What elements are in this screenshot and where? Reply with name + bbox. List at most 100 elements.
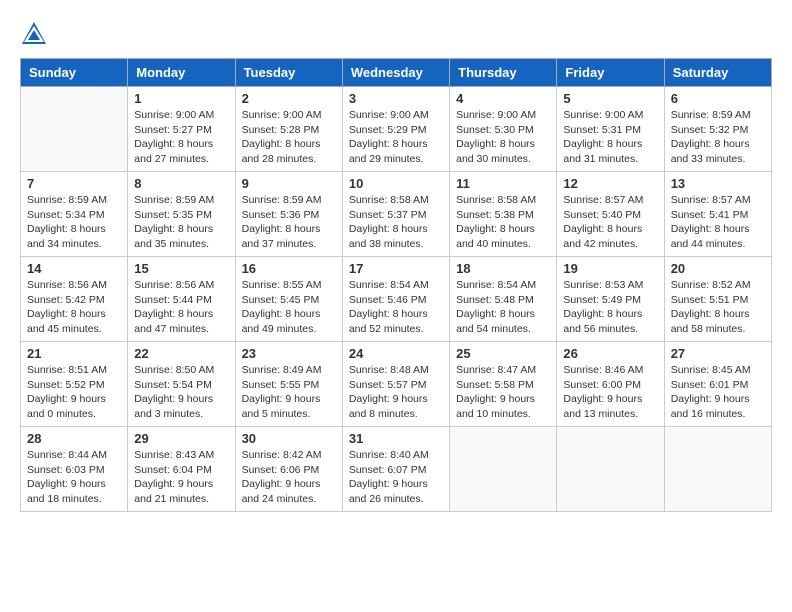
day-info: Sunrise: 8:52 AM Sunset: 5:51 PM Dayligh… bbox=[671, 278, 765, 337]
day-info: Sunrise: 8:59 AM Sunset: 5:34 PM Dayligh… bbox=[27, 193, 121, 252]
calendar-day-cell: 13 Sunrise: 8:57 AM Sunset: 5:41 PM Dayli… bbox=[664, 172, 771, 257]
day-info: Sunrise: 8:58 AM Sunset: 5:37 PM Dayligh… bbox=[349, 193, 443, 252]
calendar-day-cell: 27 Sunrise: 8:45 AM Sunset: 6:01 PM Dayli… bbox=[664, 342, 771, 427]
day-number: 17 bbox=[349, 261, 443, 276]
day-number: 15 bbox=[134, 261, 228, 276]
day-number: 28 bbox=[27, 431, 121, 446]
day-info: Sunrise: 9:00 AM Sunset: 5:29 PM Dayligh… bbox=[349, 108, 443, 167]
day-number: 23 bbox=[242, 346, 336, 361]
day-info: Sunrise: 8:59 AM Sunset: 5:35 PM Dayligh… bbox=[134, 193, 228, 252]
day-info: Sunrise: 8:49 AM Sunset: 5:55 PM Dayligh… bbox=[242, 363, 336, 422]
day-info: Sunrise: 8:59 AM Sunset: 5:36 PM Dayligh… bbox=[242, 193, 336, 252]
day-info: Sunrise: 8:53 AM Sunset: 5:49 PM Dayligh… bbox=[563, 278, 657, 337]
day-info: Sunrise: 9:00 AM Sunset: 5:28 PM Dayligh… bbox=[242, 108, 336, 167]
calendar-day-cell: 7 Sunrise: 8:59 AM Sunset: 5:34 PM Daylig… bbox=[21, 172, 128, 257]
day-info: Sunrise: 8:59 AM Sunset: 5:32 PM Dayligh… bbox=[671, 108, 765, 167]
day-number: 30 bbox=[242, 431, 336, 446]
calendar-day-cell: 19 Sunrise: 8:53 AM Sunset: 5:49 PM Dayli… bbox=[557, 257, 664, 342]
day-info: Sunrise: 8:50 AM Sunset: 5:54 PM Dayligh… bbox=[134, 363, 228, 422]
day-of-week-header: Tuesday bbox=[235, 59, 342, 87]
day-info: Sunrise: 8:54 AM Sunset: 5:46 PM Dayligh… bbox=[349, 278, 443, 337]
calendar-table: SundayMondayTuesdayWednesdayThursdayFrid… bbox=[20, 58, 772, 512]
day-of-week-header: Saturday bbox=[664, 59, 771, 87]
calendar-day-cell: 15 Sunrise: 8:56 AM Sunset: 5:44 PM Dayli… bbox=[128, 257, 235, 342]
calendar-day-cell: 23 Sunrise: 8:49 AM Sunset: 5:55 PM Dayli… bbox=[235, 342, 342, 427]
logo bbox=[20, 20, 52, 48]
calendar-day-cell: 24Sunrise: 8:48 AM Sunset: 5:57 PM Dayli… bbox=[342, 342, 449, 427]
day-info: Sunrise: 9:00 AM Sunset: 5:30 PM Dayligh… bbox=[456, 108, 550, 167]
calendar-day-cell: 22 Sunrise: 8:50 AM Sunset: 5:54 PM Dayli… bbox=[128, 342, 235, 427]
day-of-week-header: Wednesday bbox=[342, 59, 449, 87]
day-info: Sunrise: 8:57 AM Sunset: 5:41 PM Dayligh… bbox=[671, 193, 765, 252]
day-info: Sunrise: 8:44 AM Sunset: 6:03 PM Dayligh… bbox=[27, 448, 121, 507]
calendar-day-cell: 11Sunrise: 8:58 AM Sunset: 5:38 PM Dayli… bbox=[450, 172, 557, 257]
day-number: 1 bbox=[134, 91, 228, 106]
day-info: Sunrise: 8:40 AM Sunset: 6:07 PM Dayligh… bbox=[349, 448, 443, 507]
day-info: Sunrise: 8:42 AM Sunset: 6:06 PM Dayligh… bbox=[242, 448, 336, 507]
calendar-day-cell bbox=[557, 427, 664, 512]
day-number: 10 bbox=[349, 176, 443, 191]
calendar-header-row: SundayMondayTuesdayWednesdayThursdayFrid… bbox=[21, 59, 772, 87]
calendar-day-cell: 18 Sunrise: 8:54 AM Sunset: 5:48 PM Dayli… bbox=[450, 257, 557, 342]
day-number: 21 bbox=[27, 346, 121, 361]
day-info: Sunrise: 8:58 AM Sunset: 5:38 PM Dayligh… bbox=[456, 193, 550, 252]
day-of-week-header: Thursday bbox=[450, 59, 557, 87]
day-info: Sunrise: 8:55 AM Sunset: 5:45 PM Dayligh… bbox=[242, 278, 336, 337]
calendar-day-cell: 30 Sunrise: 8:42 AM Sunset: 6:06 PM Dayli… bbox=[235, 427, 342, 512]
calendar-day-cell: 31Sunrise: 8:40 AM Sunset: 6:07 PM Dayli… bbox=[342, 427, 449, 512]
day-number: 20 bbox=[671, 261, 765, 276]
day-of-week-header: Sunday bbox=[21, 59, 128, 87]
page-header bbox=[20, 20, 772, 48]
calendar-day-cell: 9 Sunrise: 8:59 AM Sunset: 5:36 PM Daylig… bbox=[235, 172, 342, 257]
day-info: Sunrise: 8:54 AM Sunset: 5:48 PM Dayligh… bbox=[456, 278, 550, 337]
calendar-day-cell: 21 Sunrise: 8:51 AM Sunset: 5:52 PM Dayli… bbox=[21, 342, 128, 427]
calendar-day-cell: 5 Sunrise: 9:00 AM Sunset: 5:31 PM Daylig… bbox=[557, 87, 664, 172]
day-of-week-header: Monday bbox=[128, 59, 235, 87]
day-number: 3 bbox=[349, 91, 443, 106]
calendar-day-cell: 14Sunrise: 8:56 AM Sunset: 5:42 PM Dayli… bbox=[21, 257, 128, 342]
day-number: 6 bbox=[671, 91, 765, 106]
day-number: 13 bbox=[671, 176, 765, 191]
day-info: Sunrise: 9:00 AM Sunset: 5:31 PM Dayligh… bbox=[563, 108, 657, 167]
day-number: 2 bbox=[242, 91, 336, 106]
day-number: 18 bbox=[456, 261, 550, 276]
calendar-day-cell bbox=[21, 87, 128, 172]
calendar-day-cell: 20 Sunrise: 8:52 AM Sunset: 5:51 PM Dayli… bbox=[664, 257, 771, 342]
calendar-day-cell: 16 Sunrise: 8:55 AM Sunset: 5:45 PM Dayli… bbox=[235, 257, 342, 342]
calendar-day-cell: 29 Sunrise: 8:43 AM Sunset: 6:04 PM Dayli… bbox=[128, 427, 235, 512]
day-info: Sunrise: 8:46 AM Sunset: 6:00 PM Dayligh… bbox=[563, 363, 657, 422]
day-number: 9 bbox=[242, 176, 336, 191]
calendar-day-cell: 12 Sunrise: 8:57 AM Sunset: 5:40 PM Dayli… bbox=[557, 172, 664, 257]
calendar-day-cell bbox=[664, 427, 771, 512]
day-number: 29 bbox=[134, 431, 228, 446]
day-info: Sunrise: 8:56 AM Sunset: 5:44 PM Dayligh… bbox=[134, 278, 228, 337]
day-info: Sunrise: 8:51 AM Sunset: 5:52 PM Dayligh… bbox=[27, 363, 121, 422]
calendar-week-row: 28 Sunrise: 8:44 AM Sunset: 6:03 PM Dayli… bbox=[21, 427, 772, 512]
day-info: Sunrise: 8:43 AM Sunset: 6:04 PM Dayligh… bbox=[134, 448, 228, 507]
day-number: 7 bbox=[27, 176, 121, 191]
day-number: 26 bbox=[563, 346, 657, 361]
day-number: 16 bbox=[242, 261, 336, 276]
calendar-day-cell: 8 Sunrise: 8:59 AM Sunset: 5:35 PM Daylig… bbox=[128, 172, 235, 257]
day-number: 19 bbox=[563, 261, 657, 276]
calendar-day-cell: 4Sunrise: 9:00 AM Sunset: 5:30 PM Daylig… bbox=[450, 87, 557, 172]
day-info: Sunrise: 8:57 AM Sunset: 5:40 PM Dayligh… bbox=[563, 193, 657, 252]
calendar-day-cell: 25 Sunrise: 8:47 AM Sunset: 5:58 PM Dayli… bbox=[450, 342, 557, 427]
calendar-day-cell bbox=[450, 427, 557, 512]
day-number: 8 bbox=[134, 176, 228, 191]
day-info: Sunrise: 8:56 AM Sunset: 5:42 PM Dayligh… bbox=[27, 278, 121, 337]
calendar-day-cell: 26 Sunrise: 8:46 AM Sunset: 6:00 PM Dayli… bbox=[557, 342, 664, 427]
day-info: Sunrise: 8:47 AM Sunset: 5:58 PM Dayligh… bbox=[456, 363, 550, 422]
calendar-day-cell: 28 Sunrise: 8:44 AM Sunset: 6:03 PM Dayli… bbox=[21, 427, 128, 512]
calendar-day-cell: 2 Sunrise: 9:00 AM Sunset: 5:28 PM Daylig… bbox=[235, 87, 342, 172]
day-of-week-header: Friday bbox=[557, 59, 664, 87]
day-number: 25 bbox=[456, 346, 550, 361]
day-number: 5 bbox=[563, 91, 657, 106]
calendar-week-row: 7 Sunrise: 8:59 AM Sunset: 5:34 PM Daylig… bbox=[21, 172, 772, 257]
calendar-day-cell: 17 Sunrise: 8:54 AM Sunset: 5:46 PM Dayli… bbox=[342, 257, 449, 342]
day-number: 27 bbox=[671, 346, 765, 361]
day-info: Sunrise: 8:45 AM Sunset: 6:01 PM Dayligh… bbox=[671, 363, 765, 422]
day-number: 22 bbox=[134, 346, 228, 361]
day-info: Sunrise: 8:48 AM Sunset: 5:57 PM Dayligh… bbox=[349, 363, 443, 422]
day-number: 12 bbox=[563, 176, 657, 191]
